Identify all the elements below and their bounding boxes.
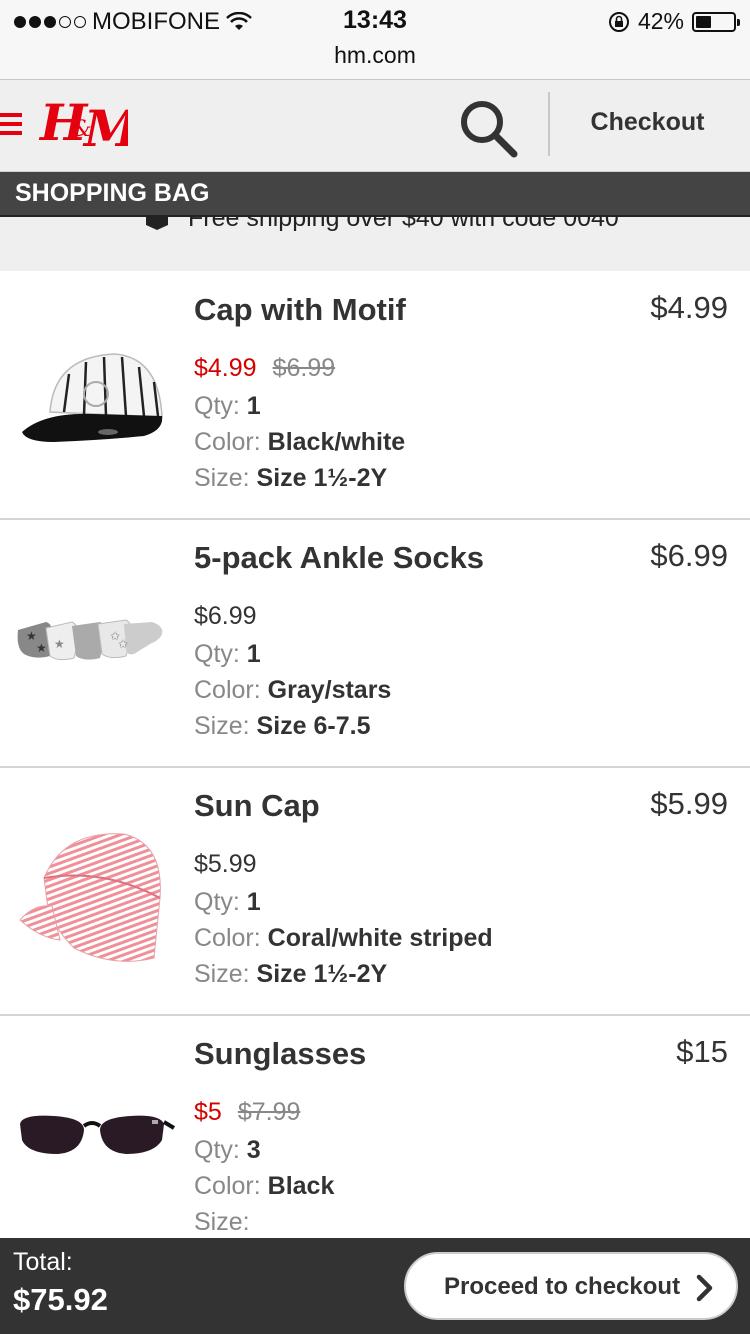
- search-icon[interactable]: [456, 96, 520, 160]
- qty-value: 1: [246, 392, 261, 420]
- item-qty: Qty: 1: [194, 392, 261, 420]
- shopping-bag-bar: SHOPPING BAG: [0, 172, 750, 217]
- size-value: Size 1½-2Y: [256, 960, 388, 988]
- item-color: Color: Black/white: [194, 428, 406, 456]
- item-name[interactable]: Sun Cap: [194, 788, 320, 824]
- item-size: Size: Size 6-7.5: [194, 712, 371, 740]
- cart-items-list: Cap with Motif $4.99 $4.99 $6.99 Qty: 1 …: [0, 272, 750, 1264]
- status-bar: MOBIFONE 13:43 hm.com 42%: [0, 0, 750, 80]
- ankle-socks-image[interactable]: ★★ ★✩ ✩: [14, 560, 179, 730]
- size-value: Size 1½-2Y: [256, 464, 388, 492]
- item-qty: Qty: 1: [194, 640, 261, 668]
- sale-price: $4.99: [194, 354, 257, 382]
- qty-value: 3: [246, 1136, 261, 1164]
- price: $6.99: [194, 602, 257, 630]
- item-color: Color: Black: [194, 1172, 335, 1200]
- url-bar[interactable]: hm.com: [0, 42, 750, 69]
- battery-info: 42%: [608, 8, 740, 35]
- item-qty: Qty: 1: [194, 888, 261, 916]
- checkout-link[interactable]: Checkout: [560, 108, 735, 137]
- svg-text:✩: ✩: [118, 637, 128, 651]
- page-title: SHOPPING BAG: [15, 179, 210, 207]
- item-line-total: $4.99: [650, 290, 728, 325]
- sunglasses-image[interactable]: [14, 1056, 179, 1226]
- item-price: $4.99 $6.99: [194, 354, 335, 383]
- svg-text:★: ★: [54, 637, 65, 651]
- item-name[interactable]: Sunglasses: [194, 1036, 366, 1072]
- item-qty: Qty: 3: [194, 1136, 261, 1164]
- cart-item[interactable]: Cap with Motif $4.99 $4.99 $6.99 Qty: 1 …: [0, 272, 750, 520]
- item-price: $5.99: [194, 850, 257, 879]
- site-header: H & M Checkout: [0, 80, 750, 172]
- item-price: $6.99: [194, 602, 257, 631]
- chevron-right-icon: [696, 1274, 713, 1302]
- item-line-total: $15: [676, 1034, 728, 1069]
- header-divider: [548, 92, 550, 156]
- cart-item[interactable]: Sun Cap $5.99 $5.99 Qty: 1 Color: Coral/…: [0, 768, 750, 1016]
- total-label: Total:: [13, 1248, 73, 1276]
- item-name[interactable]: Cap with Motif: [194, 292, 406, 328]
- cart-item[interactable]: Sunglasses $15 $5 $7.99 Qty: 3 Color: Bl…: [0, 1016, 750, 1264]
- battery-percent: 42%: [637, 8, 684, 34]
- cap-with-motif-image[interactable]: [14, 312, 179, 482]
- item-color: Color: Coral/white striped: [194, 924, 493, 952]
- item-size: Size: Size 1½-2Y: [194, 464, 388, 492]
- checkout-footer: Total: $75.92 Proceed to checkout: [0, 1238, 750, 1334]
- sun-cap-image[interactable]: [14, 808, 179, 978]
- proceed-label: Proceed to checkout: [444, 1273, 681, 1300]
- item-line-total: $5.99: [650, 786, 728, 821]
- proceed-to-checkout-button[interactable]: Proceed to checkout: [404, 1252, 738, 1320]
- svg-text:★: ★: [36, 641, 47, 655]
- item-size: Size:: [194, 1208, 250, 1236]
- item-color: Color: Gray/stars: [194, 676, 392, 704]
- svg-text:M: M: [82, 99, 128, 158]
- color-value: Gray/stars: [267, 676, 392, 704]
- total-value: $75.92: [13, 1282, 108, 1317]
- original-price: $7.99: [237, 1098, 301, 1126]
- original-price: $6.99: [272, 354, 336, 382]
- item-size: Size: Size 1½-2Y: [194, 960, 388, 988]
- size-value: Size 6-7.5: [256, 712, 371, 740]
- hm-logo[interactable]: H & M: [38, 88, 128, 158]
- qty-value: 1: [246, 640, 261, 668]
- price: $5.99: [194, 850, 257, 878]
- cart-item[interactable]: ★ ★ ★ ✩ ✩ 5-pack Ankle Socks $6.99 $6.99 Q…: [0, 520, 750, 768]
- item-line-total: $6.99: [650, 538, 728, 573]
- color-value: Black: [267, 1172, 335, 1200]
- color-value: Black/white: [267, 428, 406, 456]
- item-name[interactable]: 5-pack Ankle Socks: [194, 540, 484, 576]
- battery-icon: [692, 11, 740, 32]
- color-value: Coral/white striped: [267, 924, 493, 952]
- item-price: $5 $7.99: [194, 1098, 300, 1127]
- qty-value: 1: [246, 888, 261, 916]
- hamburger-menu-icon[interactable]: [0, 113, 22, 137]
- sale-price: $5: [194, 1098, 222, 1126]
- rotation-lock-icon: [608, 11, 629, 32]
